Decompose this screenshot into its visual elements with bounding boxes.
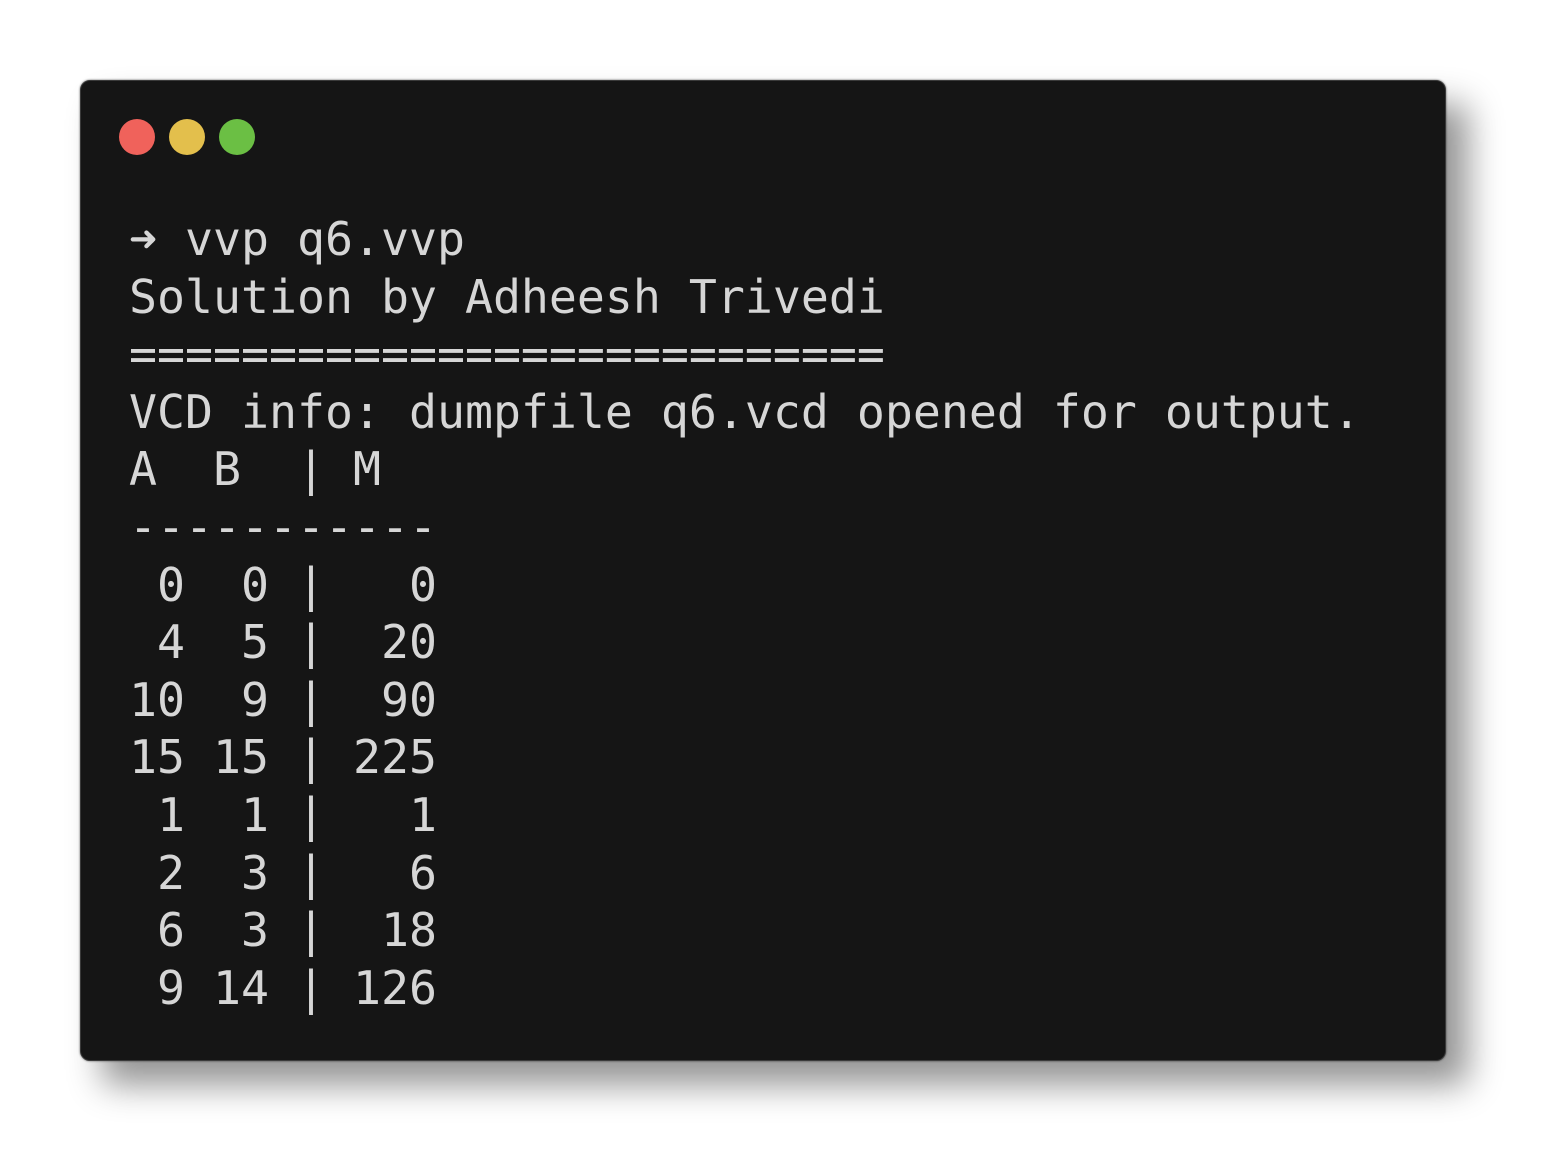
output-line: VCD info: dumpfile q6.vcd opened for out…: [129, 384, 1361, 439]
output-line: ===========================: [129, 327, 885, 382]
table-row: 2 3 | 6: [129, 845, 437, 900]
table-row: 10 9 | 90: [129, 672, 437, 727]
output-line: Solution by Adheesh Trivedi: [129, 269, 885, 324]
terminal-window: ➜ vvp q6.vvp Solution by Adheesh Trivedi…: [80, 80, 1446, 1061]
table-row: 15 15 | 225: [129, 730, 437, 785]
table-row: 4 5 | 20: [129, 615, 437, 670]
maximize-button[interactable]: [219, 119, 255, 155]
command-line: ➜ vvp q6.vvp: [129, 211, 1405, 269]
title-bar: [119, 119, 255, 155]
table-row: 6 3 | 18: [129, 903, 437, 958]
table-row: 9 14 | 126: [129, 960, 437, 1015]
prompt-arrow-icon: ➜: [129, 212, 157, 266]
table-header: A B | M: [129, 442, 381, 497]
command-text: vvp q6.vvp: [185, 212, 465, 266]
table-row: 0 0 | 0: [129, 557, 437, 612]
terminal-output[interactable]: ➜ vvp q6.vvp Solution by Adheesh Trivedi…: [129, 211, 1405, 1017]
minimize-button[interactable]: [169, 119, 205, 155]
close-button[interactable]: [119, 119, 155, 155]
table-row: 1 1 | 1: [129, 787, 437, 842]
table-divider: -----------: [129, 499, 437, 554]
